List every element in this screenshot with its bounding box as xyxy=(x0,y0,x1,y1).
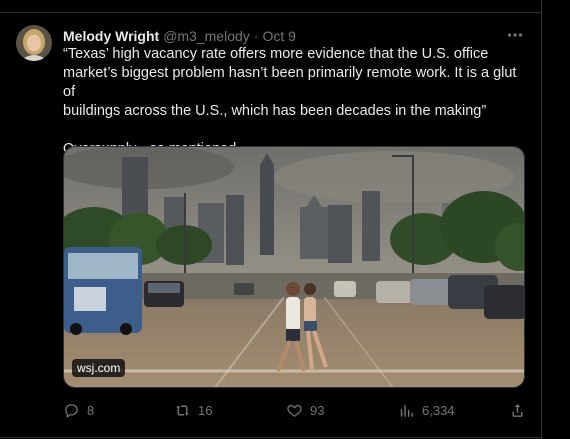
reply-button[interactable]: 8 xyxy=(63,400,94,420)
tweet[interactable]: Melody Wright @m3_melody · Oct 9 “Texas’… xyxy=(0,13,541,437)
share-button[interactable] xyxy=(509,400,533,420)
views-count: 6,334 xyxy=(422,402,455,418)
reply-icon xyxy=(65,403,78,418)
tweet-media-photo[interactable]: wsj.com xyxy=(63,146,525,388)
like-count: 93 xyxy=(310,402,325,418)
tweet-text-line: “Texas’ high vacancy rate offers more ev… xyxy=(63,46,489,62)
tweet-text-line: buildings across the U.S., which has bee… xyxy=(63,103,487,119)
reply-count: 8 xyxy=(87,402,95,418)
avatar[interactable] xyxy=(16,25,52,61)
views-icon xyxy=(400,404,413,417)
tweet-text: “Texas’ high vacancy rate offers more ev… xyxy=(63,45,523,159)
timeline-column-border xyxy=(541,0,542,439)
tweet-text-line: market’s biggest problem hasn’t been pri… xyxy=(63,65,517,100)
street-photo xyxy=(64,147,524,387)
like-button[interactable]: 93 xyxy=(286,400,324,420)
tweet-actions: 8 16 93 6,334 xyxy=(63,400,525,420)
tweet-header: Melody Wright @m3_melody · Oct 9 xyxy=(63,26,296,46)
media-source-badge[interactable]: wsj.com xyxy=(72,359,126,377)
author-name[interactable]: Melody Wright xyxy=(63,28,159,44)
more-icon[interactable] xyxy=(505,25,525,45)
bottom-divider xyxy=(0,437,541,438)
repost-button[interactable]: 16 xyxy=(174,400,212,420)
timestamp[interactable]: Oct 9 xyxy=(262,28,295,44)
heart-icon xyxy=(287,404,302,417)
author-handle[interactable]: @m3_melody xyxy=(163,28,250,44)
separator-dot: · xyxy=(253,28,259,44)
repost-count: 16 xyxy=(198,402,213,418)
share-icon xyxy=(512,403,523,417)
repost-icon xyxy=(176,405,189,415)
views-button[interactable]: 6,334 xyxy=(398,400,455,420)
